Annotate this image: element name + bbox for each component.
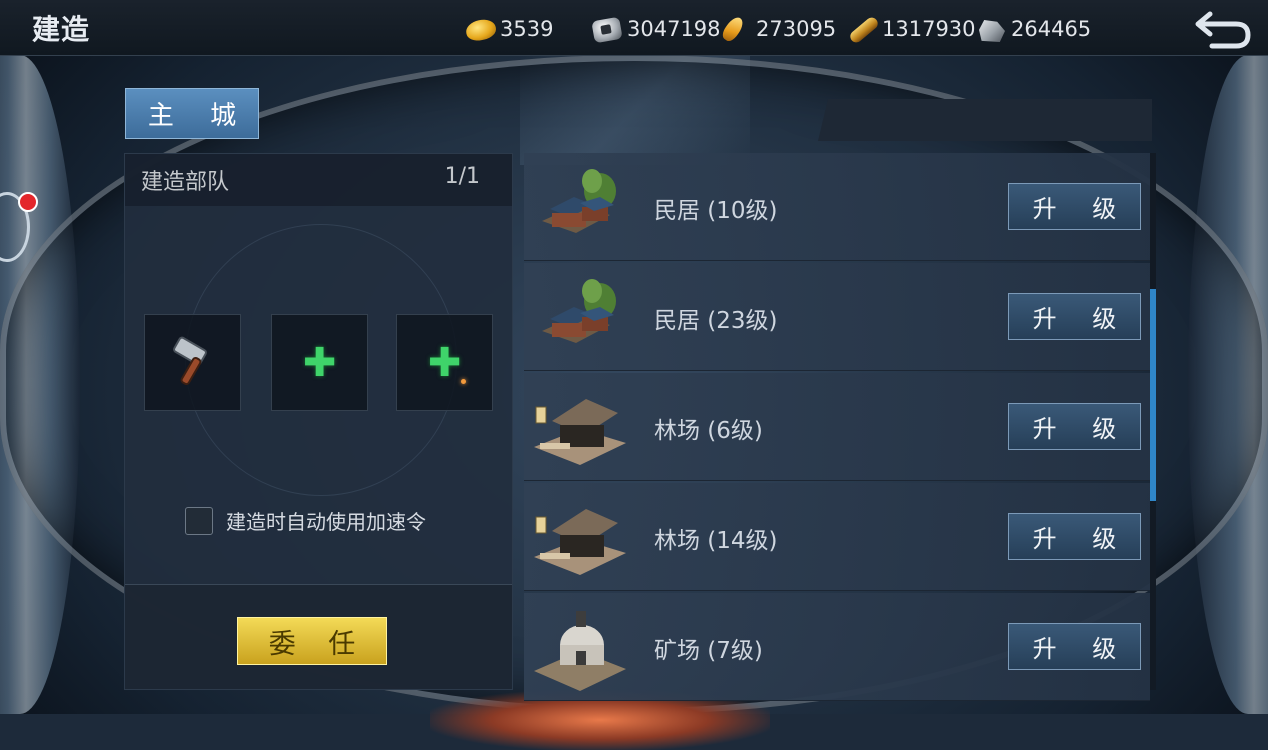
spark-icon (461, 379, 466, 384)
list-item: 林场 (14级) 升 级 (524, 483, 1150, 591)
builder-slot-3[interactable]: ✚ (396, 314, 493, 411)
builders-count: 1/1 (444, 164, 480, 189)
wood-log-icon (846, 14, 880, 44)
resource-wood-value: 1317930 (882, 17, 976, 41)
builder-slot-1[interactable] (144, 314, 241, 411)
notification-dot (18, 192, 38, 212)
scrollbar-thumb[interactable] (1150, 289, 1156, 501)
builders-panel: 建造部队 1/1 ✚ ✚ 建造时自动使用加速令 委 任 (124, 153, 513, 690)
appoint-button[interactable]: 委 任 (237, 617, 387, 665)
back-button[interactable] (1178, 0, 1268, 55)
plus-icon: ✚ (427, 339, 462, 386)
auto-speedup-label: 建造时自动使用加速令 (226, 510, 426, 534)
resource-wood: 1317930 (846, 14, 976, 44)
building-name: 林场 (6级) (654, 418, 763, 444)
resource-silver-value: 3047198 (627, 17, 721, 41)
upgrade-button[interactable]: 升 级 (1008, 513, 1141, 560)
list-scrollbar[interactable] (1150, 153, 1156, 690)
mine-building-icon (534, 611, 626, 691)
builders-header: 建造部队 1/1 (125, 154, 512, 206)
upgrade-button[interactable]: 升 级 (1008, 623, 1141, 670)
resource-stone-value: 264465 (1011, 17, 1092, 41)
building-name: 矿场 (7级) (654, 638, 763, 664)
list-item: 民居 (23级) 升 级 (524, 263, 1150, 371)
residence-building-icon (542, 279, 616, 343)
resource-grain-value: 273095 (756, 17, 837, 41)
background-decoration (520, 55, 750, 165)
plus-icon: ✚ (302, 339, 337, 386)
upgrade-button[interactable]: 升 级 (1008, 183, 1141, 230)
building-name: 民居 (10级) (654, 198, 778, 224)
header-strip (818, 99, 1152, 141)
back-arrow-icon (1195, 11, 1251, 48)
list-item: 民居 (10级) 升 级 (524, 153, 1150, 261)
grain-icon (720, 14, 754, 44)
builder-slot-2[interactable]: ✚ (271, 314, 368, 411)
page-title: 建造 (32, 13, 91, 46)
building-list: 民居 (10级) 升 级 民居 (23级) 升 级 林场 (6级) 升 级 林场… (524, 153, 1150, 701)
silver-coin-icon (591, 14, 625, 44)
lumberyard-building-icon (534, 509, 626, 575)
building-name: 林场 (14级) (654, 528, 778, 554)
resource-stone: 264465 (975, 14, 1091, 44)
upgrade-button[interactable]: 升 级 (1008, 403, 1141, 450)
tab-main-city[interactable]: 主 城 (125, 88, 259, 139)
builders-title: 建造部队 (141, 170, 230, 195)
list-item: 矿场 (7级) 升 级 (524, 593, 1150, 701)
residence-building-icon (542, 169, 616, 233)
resource-grain: 273095 (720, 14, 836, 44)
resource-silver: 3047198 (591, 14, 721, 44)
building-name: 民居 (23级) (654, 308, 778, 334)
hammer-icon (172, 336, 207, 385)
lumberyard-building-icon (534, 399, 626, 465)
list-item: 林场 (6级) 升 级 (524, 373, 1150, 481)
resource-gold-value: 3539 (500, 17, 554, 41)
gold-ingot-icon (464, 14, 498, 44)
resource-gold: 3539 (464, 14, 553, 44)
auto-speedup-checkbox[interactable] (185, 507, 213, 535)
stone-icon (975, 14, 1009, 44)
upgrade-button[interactable]: 升 级 (1008, 293, 1141, 340)
top-bar: 建造 3539 3047198 273095 1317930 264465 (0, 0, 1268, 56)
